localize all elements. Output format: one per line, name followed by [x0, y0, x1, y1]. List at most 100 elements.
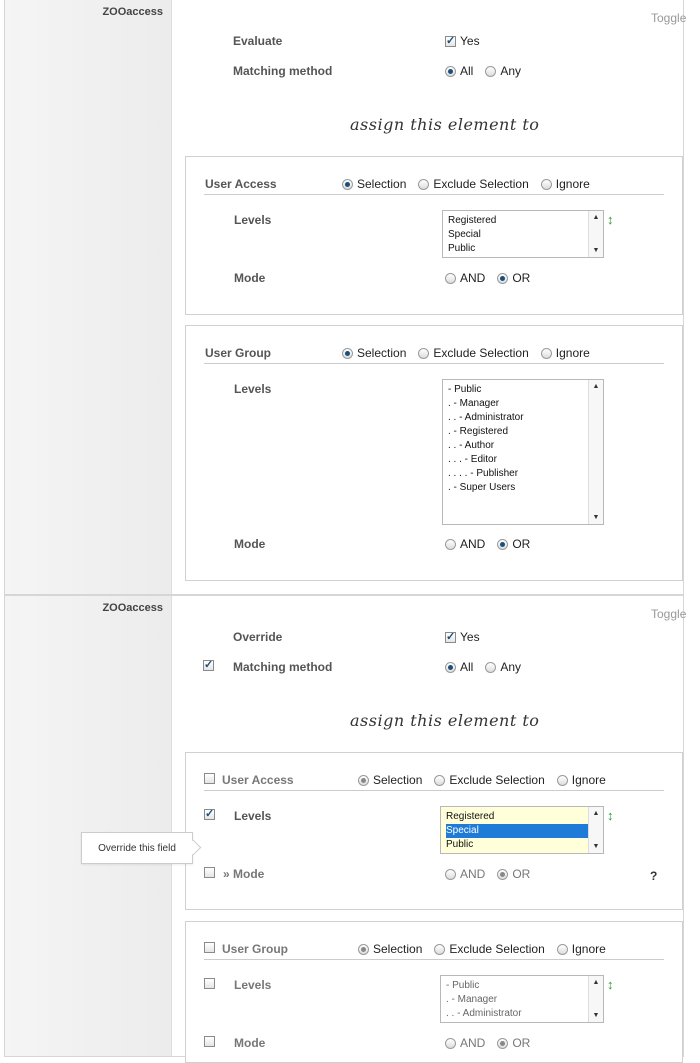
user-access-exclude-radio[interactable] — [434, 774, 446, 786]
divider — [204, 790, 664, 791]
user-access-selection-radio[interactable] — [358, 774, 369, 786]
option-label: Exclude Selection — [433, 177, 529, 191]
list-option-selected[interactable]: Special — [446, 824, 598, 838]
user-access-ignore-radio[interactable] — [540, 178, 552, 190]
scroll-down-icon[interactable]: ▼ — [589, 1012, 603, 1019]
override-option[interactable]: Yes — [445, 630, 480, 644]
help-icon[interactable]: ? — [650, 869, 657, 883]
matching-all-radio[interactable] — [445, 661, 456, 673]
list-option[interactable]: Special — [448, 228, 598, 242]
mode-options: AND OR — [445, 867, 530, 881]
mode-override-checkbox[interactable] — [204, 867, 215, 878]
matching-override-checkbox[interactable] — [203, 658, 214, 671]
scrollbar[interactable]: ▲ ▼ — [588, 976, 603, 1022]
panel-sidebar: ZOOaccess — [5, 596, 172, 1056]
user-access-assignment: Selection Exclude Selection Ignore — [342, 177, 590, 191]
matching-method-options: All Any — [445, 660, 521, 674]
scroll-down-icon[interactable]: ▼ — [589, 247, 603, 254]
user-group-ignore-radio[interactable] — [556, 943, 568, 955]
mode-or-radio[interactable] — [497, 272, 509, 284]
resize-handle-icon[interactable]: ↕ — [607, 212, 614, 227]
list-option[interactable]: - Public — [448, 383, 598, 397]
list-option[interactable]: Public — [446, 838, 598, 852]
option-label: Selection — [373, 942, 423, 956]
evaluate-option[interactable]: Yes — [445, 34, 480, 48]
mode-or-radio[interactable] — [497, 538, 509, 550]
mode-or-label: OR — [512, 1036, 531, 1050]
matching-all-label: All — [460, 660, 474, 674]
matching-any-label: Any — [500, 64, 522, 78]
user-access-ignore-radio[interactable] — [556, 774, 568, 786]
matching-any-radio[interactable] — [485, 661, 497, 673]
user-group-levels-select[interactable]: - Public . - Manager . . - Administrator… — [442, 379, 604, 525]
mode-or-radio[interactable] — [497, 868, 509, 880]
scroll-up-icon[interactable]: ▲ — [589, 383, 603, 390]
zooaccess-panel-1: ZOOaccess Toggle Evaluate Yes Matching m… — [4, 0, 686, 595]
list-option[interactable]: . - Super Users — [448, 481, 598, 495]
user-access-levels-select[interactable]: Registered Special Public ▲ ▼ — [442, 210, 604, 258]
scrollbar[interactable]: ▲ ▼ — [588, 211, 603, 257]
user-group-override-checkbox[interactable] — [204, 942, 215, 953]
list-option[interactable]: . - Manager — [446, 993, 598, 1007]
list-option[interactable]: . . - Author — [448, 439, 598, 453]
user-access-box: User Access Selection Exclude Selection … — [185, 752, 683, 910]
scroll-down-icon[interactable]: ▼ — [589, 843, 603, 850]
list-option[interactable]: Public — [448, 242, 598, 256]
mode-label: Mode — [234, 537, 266, 551]
evaluate-checkbox[interactable] — [445, 34, 456, 47]
user-access-selection-radio[interactable] — [342, 178, 353, 190]
scroll-up-icon[interactable]: ▲ — [589, 810, 603, 817]
option-label: Exclude Selection — [449, 942, 545, 956]
assign-heading: assign this element to — [350, 711, 540, 730]
mode-and-radio[interactable] — [445, 272, 456, 284]
mode-options: AND OR — [445, 1036, 530, 1050]
levels-override-checkbox[interactable] — [204, 807, 215, 820]
list-option[interactable]: . . . . - Publisher — [448, 467, 598, 481]
list-option[interactable]: . . - Administrator — [448, 411, 598, 425]
resize-handle-icon[interactable]: ↕ — [607, 808, 614, 823]
override-yes-label: Yes — [460, 630, 480, 644]
mode-and-radio[interactable] — [445, 868, 456, 880]
toggle-link[interactable]: Toggle — [651, 11, 689, 25]
scrollbar[interactable]: ▲ ▼ — [588, 807, 603, 853]
user-access-levels-select[interactable]: Registered Special Public ▲ ▼ — [440, 806, 604, 854]
user-group-ignore-radio[interactable] — [540, 347, 552, 359]
mode-and-radio[interactable] — [445, 538, 456, 550]
list-option[interactable]: Registered — [446, 810, 598, 824]
list-option[interactable]: . . - Administrator — [446, 1007, 598, 1021]
matching-method-label: Matching method — [233, 660, 333, 674]
list-option[interactable]: - Public — [446, 979, 598, 993]
mode-or-radio[interactable] — [497, 1037, 509, 1049]
scroll-down-icon[interactable]: ▼ — [589, 514, 603, 521]
user-group-levels-select[interactable]: - Public . - Manager . . - Administrator… — [440, 975, 604, 1023]
levels-override-checkbox[interactable] — [204, 978, 215, 989]
toggle-link[interactable]: Toggle — [651, 607, 689, 621]
scroll-up-icon[interactable]: ▲ — [589, 979, 603, 986]
user-group-selection-radio[interactable] — [342, 347, 353, 359]
mode-options: AND OR — [445, 271, 530, 285]
mode-and-radio[interactable] — [445, 1037, 456, 1049]
option-label: Ignore — [571, 942, 606, 956]
matching-any-label: Any — [500, 660, 522, 674]
list-option[interactable]: Registered — [448, 214, 598, 228]
list-option[interactable]: . - Registered — [448, 425, 598, 439]
option-label: Selection — [357, 346, 407, 360]
override-checkbox[interactable] — [445, 630, 456, 643]
levels-label: Levels — [234, 382, 272, 396]
user-group-box: User Group Selection Exclude Selection I… — [185, 921, 683, 1063]
matching-any-radio[interactable] — [485, 65, 497, 77]
matching-method-label: Matching method — [233, 64, 333, 78]
user-access-exclude-radio[interactable] — [418, 178, 430, 190]
user-group-selection-radio[interactable] — [358, 943, 369, 955]
user-access-override-checkbox[interactable] — [204, 773, 215, 784]
scroll-up-icon[interactable]: ▲ — [589, 214, 603, 221]
matching-all-radio[interactable] — [445, 65, 456, 77]
mode-override-checkbox[interactable] — [204, 1036, 215, 1047]
scrollbar[interactable]: ▲ ▼ — [588, 380, 603, 524]
user-group-exclude-radio[interactable] — [434, 943, 446, 955]
option-label: Selection — [357, 177, 407, 191]
list-option[interactable]: . - Manager — [448, 397, 598, 411]
user-group-exclude-radio[interactable] — [418, 347, 430, 359]
resize-handle-icon[interactable]: ↕ — [607, 977, 614, 992]
list-option[interactable]: . . . - Editor — [448, 453, 598, 467]
